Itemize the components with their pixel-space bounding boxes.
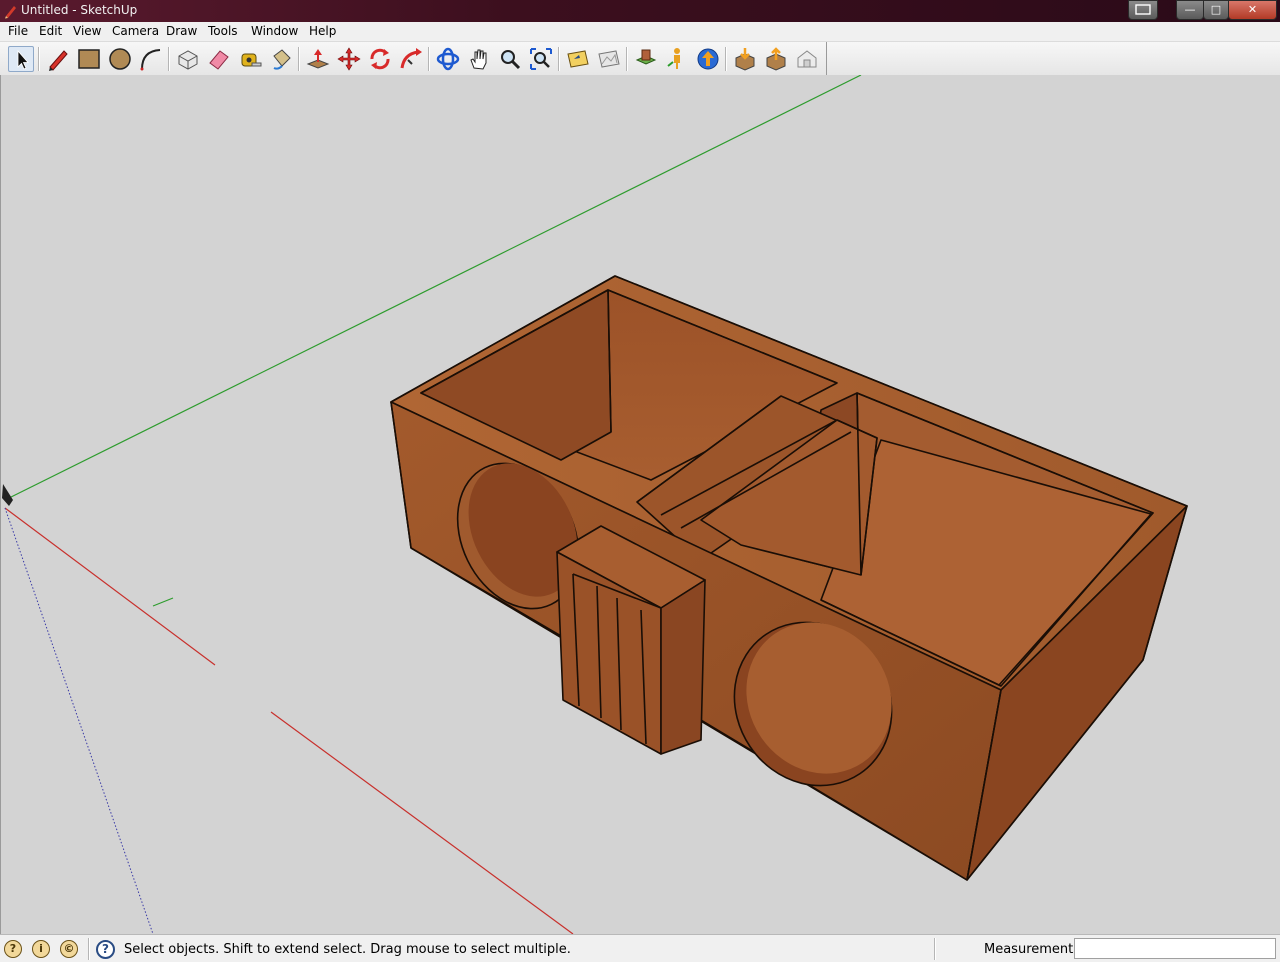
window-icon <box>1135 4 1151 15</box>
follow-me-tool-button[interactable] <box>398 46 424 72</box>
rectangle-tool-button[interactable] <box>76 46 102 72</box>
circle-icon <box>109 48 131 70</box>
arc-tool-button[interactable] <box>138 46 164 72</box>
magnifier-icon <box>501 50 521 70</box>
zoom-tool-button[interactable] <box>497 46 523 72</box>
status-message: Select objects. Shift to extend select. … <box>124 942 571 957</box>
get-models-button[interactable] <box>732 46 758 72</box>
share-model-button[interactable] <box>695 46 721 72</box>
tape-measure-tool-button[interactable] <box>237 46 263 72</box>
green-axis-fragment <box>152 597 174 607</box>
share-component-button[interactable] <box>763 46 789 72</box>
red-axis <box>4 507 216 666</box>
minimize-button[interactable]: — <box>1176 0 1204 20</box>
add-location-icon <box>567 50 589 68</box>
push-pull-icon <box>306 49 330 69</box>
blue-axis <box>4 507 154 934</box>
follow-me-icon <box>400 48 422 69</box>
get-models-icon <box>735 48 755 71</box>
measurements-label: Measurements <box>984 942 1081 957</box>
share-model-icon <box>697 48 719 70</box>
eraser-tool-button[interactable] <box>206 46 232 72</box>
maximize-button[interactable]: □ <box>1203 0 1229 20</box>
axis-origin-marker <box>2 484 13 506</box>
menu-tools[interactable]: Tools <box>208 24 238 38</box>
credits-icon[interactable]: i <box>32 940 50 958</box>
red-axis-segment <box>270 711 574 934</box>
extension-warehouse-icon <box>797 50 817 68</box>
eraser-icon <box>209 50 229 70</box>
orbit-icon <box>436 47 460 71</box>
move-tool-button[interactable] <box>336 46 362 72</box>
menu-view[interactable]: View <box>73 24 101 38</box>
street-view-icon <box>667 48 680 69</box>
display-mode-button[interactable] <box>1128 0 1158 20</box>
rotate-tool-button[interactable] <box>367 46 393 72</box>
main-toolbar <box>0 42 1280 76</box>
terrain-icon <box>598 50 620 68</box>
help-icon[interactable]: ? <box>96 940 115 959</box>
menu-help[interactable]: Help <box>309 24 336 38</box>
menu-draw[interactable]: Draw <box>166 24 197 38</box>
extension-warehouse-button[interactable] <box>794 46 820 72</box>
arc-icon <box>140 49 161 71</box>
sketchup-app-icon <box>5 6 16 19</box>
share-component-icon <box>766 47 786 71</box>
menu-bar: File Edit View Camera Draw Tools Window … <box>0 22 1280 42</box>
component-icon <box>178 50 198 70</box>
move-icon <box>337 47 361 71</box>
push-pull-tool-button[interactable] <box>305 46 331 72</box>
add-location-button[interactable] <box>565 46 591 72</box>
circle-tool-button[interactable] <box>107 46 133 72</box>
orbit-tool-button[interactable] <box>435 46 461 72</box>
menu-camera[interactable]: Camera <box>112 24 159 38</box>
menu-edit[interactable]: Edit <box>39 24 62 38</box>
status-bar: ? i © ? Select objects. Shift to extend … <box>0 934 1280 962</box>
window-title: Untitled - SketchUp <box>21 3 138 17</box>
zoom-extents-icon <box>530 48 552 70</box>
model-canvas[interactable] <box>1 75 1280 934</box>
menu-file[interactable]: File <box>8 24 28 38</box>
pan-tool-button[interactable] <box>466 46 492 72</box>
select-tool-button[interactable] <box>8 46 34 72</box>
pencil-icon <box>49 50 68 71</box>
zoom-extents-tool-button[interactable] <box>528 46 554 72</box>
line-tool-button[interactable] <box>45 46 71 72</box>
copyright-icon[interactable]: © <box>60 940 78 958</box>
geo-location-icon[interactable]: ? <box>4 940 22 958</box>
close-button[interactable]: ✕ <box>1228 0 1277 20</box>
paint-bucket-icon <box>273 49 291 70</box>
title-bar: Untitled - SketchUp — □ ✕ <box>0 0 1280 22</box>
menu-window[interactable]: Window <box>251 24 298 38</box>
hand-icon <box>470 49 487 70</box>
rotate-icon <box>370 48 390 70</box>
photo-textures-button[interactable] <box>633 46 659 72</box>
make-component-button[interactable] <box>175 46 201 72</box>
photo-textures-icon <box>635 49 657 65</box>
rectangle-icon <box>78 49 100 69</box>
street-view-button[interactable] <box>664 46 690 72</box>
subwoofer-box-model[interactable] <box>390 275 1188 881</box>
toggle-terrain-button[interactable] <box>596 46 622 72</box>
tape-measure-icon <box>241 53 262 67</box>
measurements-input[interactable] <box>1074 938 1276 959</box>
arrow-cursor-icon <box>17 49 29 70</box>
drawing-area[interactable] <box>0 75 1280 934</box>
paint-bucket-tool-button[interactable] <box>268 46 294 72</box>
